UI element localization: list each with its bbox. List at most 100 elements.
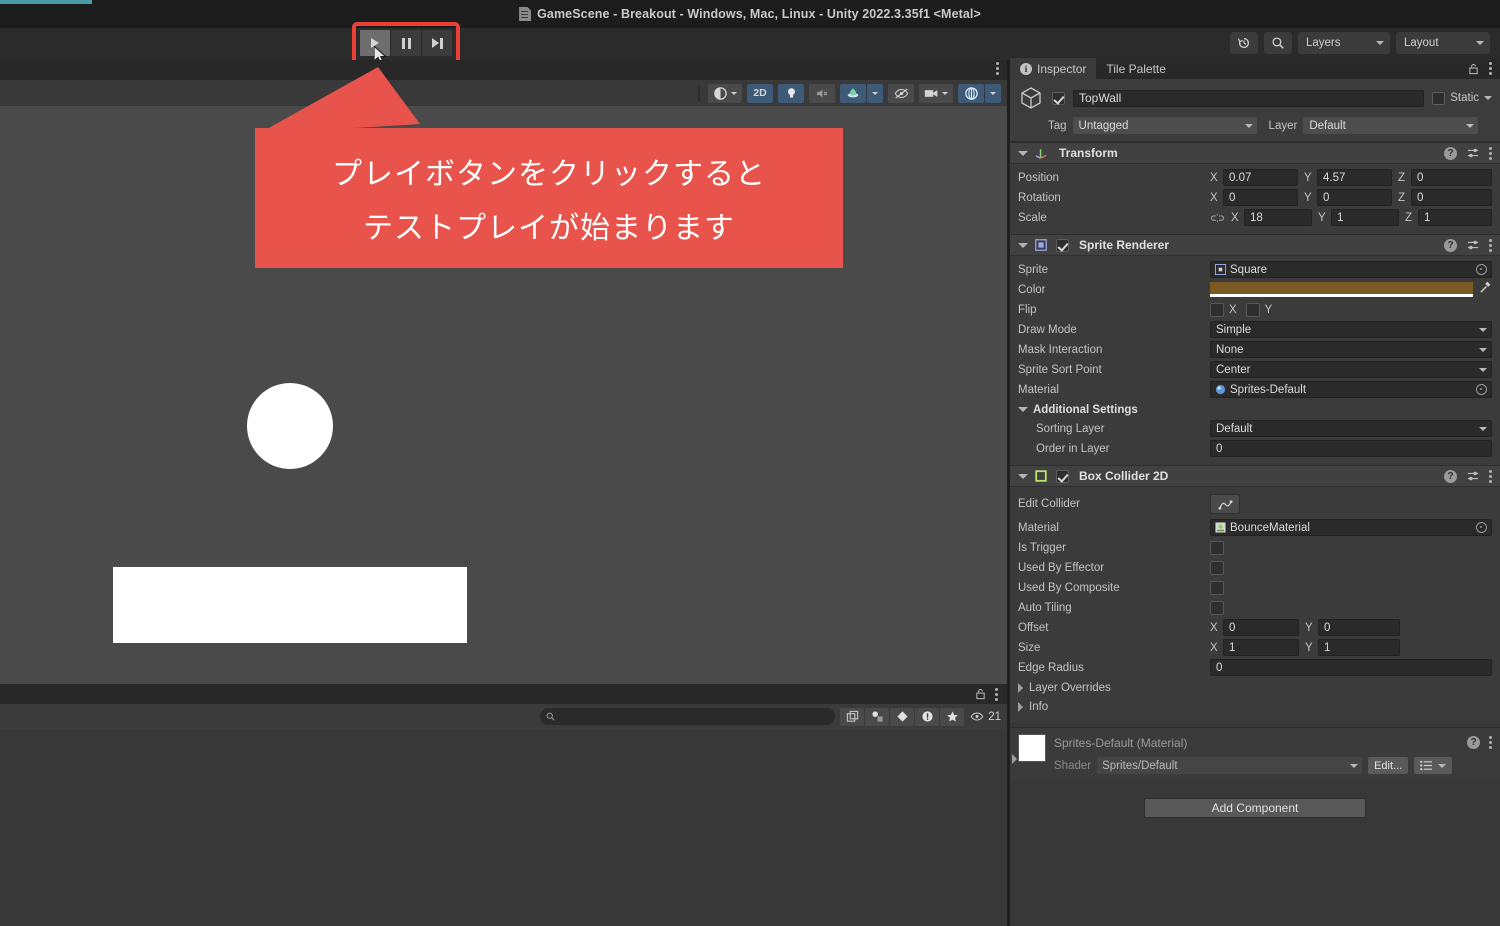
flip-x-checkbox[interactable] (1210, 302, 1224, 317)
preset-icon[interactable] (1466, 470, 1480, 482)
chevron-down-icon[interactable] (1484, 96, 1492, 100)
scale-z-input[interactable]: 1 (1418, 209, 1492, 226)
layer-dropdown[interactable]: Default (1303, 117, 1479, 134)
layers-dropdown[interactable]: Layers (1298, 32, 1390, 54)
eyedropper-button[interactable] (1479, 281, 1492, 299)
add-component-button[interactable]: Add Component (1144, 798, 1366, 818)
scale-y-input[interactable]: 1 (1331, 209, 1399, 226)
info-foldout[interactable]: Info (1018, 697, 1492, 716)
mask-interaction-dropdown[interactable]: None (1210, 341, 1492, 358)
sprite-renderer-component-header[interactable]: Sprite Renderer ? (1010, 234, 1500, 256)
position-x-input[interactable]: 0.07 (1223, 169, 1298, 186)
edge-radius-input[interactable]: 0 (1210, 659, 1492, 676)
sprite-object-field[interactable]: Square (1210, 261, 1492, 278)
draw-mode-dropdown[interactable]: Simple (1210, 321, 1492, 338)
gameobject-name-input[interactable]: TopWall (1073, 89, 1425, 107)
help-icon[interactable]: ? (1444, 146, 1457, 160)
favorites-filter-button[interactable] (940, 707, 965, 726)
foldout-icon[interactable] (1018, 242, 1028, 248)
project-browser-content[interactable] (0, 729, 1007, 926)
box-collider-menu-button[interactable] (1489, 469, 1492, 483)
rotation-z-input[interactable]: 0 (1411, 189, 1492, 206)
material-preset-button[interactable] (1414, 757, 1453, 774)
toolbar-search-button[interactable] (1264, 32, 1292, 54)
offset-y-input[interactable]: 0 (1318, 619, 1400, 636)
filter-by-type-button[interactable] (865, 707, 890, 726)
pause-button[interactable] (391, 30, 421, 56)
transform-component-header[interactable]: Transform ? (1010, 142, 1500, 164)
gameobject-enabled-checkbox[interactable] (1052, 91, 1065, 105)
sr-material-object-field[interactable]: Sprites-Default (1210, 381, 1492, 398)
shading-mode-group[interactable] (708, 83, 742, 103)
shader-dropdown[interactable]: Sprites/Default (1097, 757, 1363, 774)
size-y-input[interactable]: 1 (1318, 639, 1400, 656)
bc-material-object-field[interactable]: BounceMaterial (1210, 519, 1492, 536)
lock-icon[interactable] (975, 688, 986, 700)
order-in-layer-input[interactable]: 0 (1210, 440, 1492, 457)
toggle-2d-button[interactable]: 2D (747, 83, 773, 103)
layout-dropdown[interactable]: Layout (1396, 32, 1490, 54)
position-z-input[interactable]: 0 (1411, 169, 1492, 186)
transform-menu-button[interactable] (1489, 146, 1492, 160)
foldout-icon[interactable] (1018, 150, 1028, 156)
scene-fx-dropdown[interactable] (867, 83, 883, 103)
gizmos-toggle-button[interactable] (958, 83, 984, 103)
preset-icon[interactable] (1466, 147, 1480, 159)
rotation-y-input[interactable]: 0 (1317, 189, 1392, 206)
box-collider-enabled-checkbox[interactable] (1056, 469, 1069, 483)
edit-collider-button[interactable] (1210, 494, 1240, 514)
shading-mode-button[interactable] (708, 83, 742, 103)
static-checkbox[interactable] (1432, 91, 1446, 105)
used-by-composite-checkbox[interactable] (1210, 580, 1224, 595)
additional-settings-foldout[interactable]: Additional Settings (1018, 400, 1492, 419)
used-by-effector-checkbox[interactable] (1210, 560, 1224, 575)
toggle-scene-fx-button[interactable] (840, 83, 866, 103)
undo-history-button[interactable] (1230, 32, 1258, 54)
preset-icon[interactable] (1466, 239, 1480, 251)
edit-shader-button[interactable]: Edit... (1368, 757, 1409, 774)
sorting-layer-dropdown[interactable]: Default (1210, 420, 1492, 437)
help-icon[interactable]: ? (1467, 736, 1480, 749)
size-x-input[interactable]: 1 (1223, 639, 1299, 656)
sprite-renderer-enabled-checkbox[interactable] (1056, 238, 1069, 252)
layer-overrides-foldout[interactable]: Layer Overrides (1018, 678, 1492, 697)
toggle-scene-audio-button[interactable] (809, 83, 835, 103)
project-search-input[interactable] (540, 708, 836, 725)
warning-filter-button[interactable] (915, 707, 940, 726)
broken-link-icon[interactable] (1210, 212, 1225, 224)
lock-icon[interactable] (1468, 63, 1479, 75)
scene-camera-button[interactable] (919, 83, 953, 103)
foldout-icon[interactable] (1018, 473, 1028, 479)
toggle-scene-lighting-button[interactable] (778, 83, 804, 103)
help-icon[interactable]: ? (1444, 469, 1457, 483)
flip-y-checkbox[interactable] (1245, 302, 1260, 317)
tag-dropdown[interactable]: Untagged (1072, 117, 1257, 134)
toggle-hidden-objects-button[interactable] (888, 83, 914, 103)
sprite-renderer-menu-button[interactable] (1489, 238, 1492, 252)
object-picker-icon[interactable] (1476, 522, 1487, 533)
scale-x-input[interactable]: 18 (1244, 209, 1312, 226)
scene-view-menu-button[interactable] (996, 62, 999, 75)
tab-inspector[interactable]: i Inspector (1010, 58, 1097, 79)
offset-x-input[interactable]: 0 (1223, 619, 1299, 636)
rotation-x-input[interactable]: 0 (1223, 189, 1298, 206)
gizmos-dropdown[interactable] (985, 83, 1001, 103)
is-trigger-checkbox[interactable] (1210, 540, 1224, 555)
tab-tile-palette[interactable]: Tile Palette (1096, 58, 1176, 79)
object-picker-icon[interactable] (1476, 264, 1487, 275)
object-picker-icon[interactable] (1476, 384, 1487, 395)
step-button[interactable] (422, 30, 452, 56)
auto-tiling-checkbox[interactable] (1210, 600, 1224, 615)
material-menu-button[interactable] (1489, 736, 1492, 749)
paddle-sprite[interactable] (113, 567, 467, 643)
filter-by-label-button[interactable] (890, 707, 915, 726)
color-swatch-field[interactable] (1210, 282, 1473, 297)
sprite-sort-point-dropdown[interactable]: Center (1210, 361, 1492, 378)
box-collider-2d-component-header[interactable]: Box Collider 2D ? (1010, 465, 1500, 487)
position-y-input[interactable]: 4.57 (1317, 169, 1392, 186)
project-menu-button[interactable] (995, 687, 998, 701)
ball-sprite[interactable] (247, 383, 333, 469)
save-search-button[interactable] (840, 707, 865, 726)
inspector-menu-button[interactable] (1489, 62, 1492, 75)
help-icon[interactable]: ? (1444, 238, 1457, 252)
